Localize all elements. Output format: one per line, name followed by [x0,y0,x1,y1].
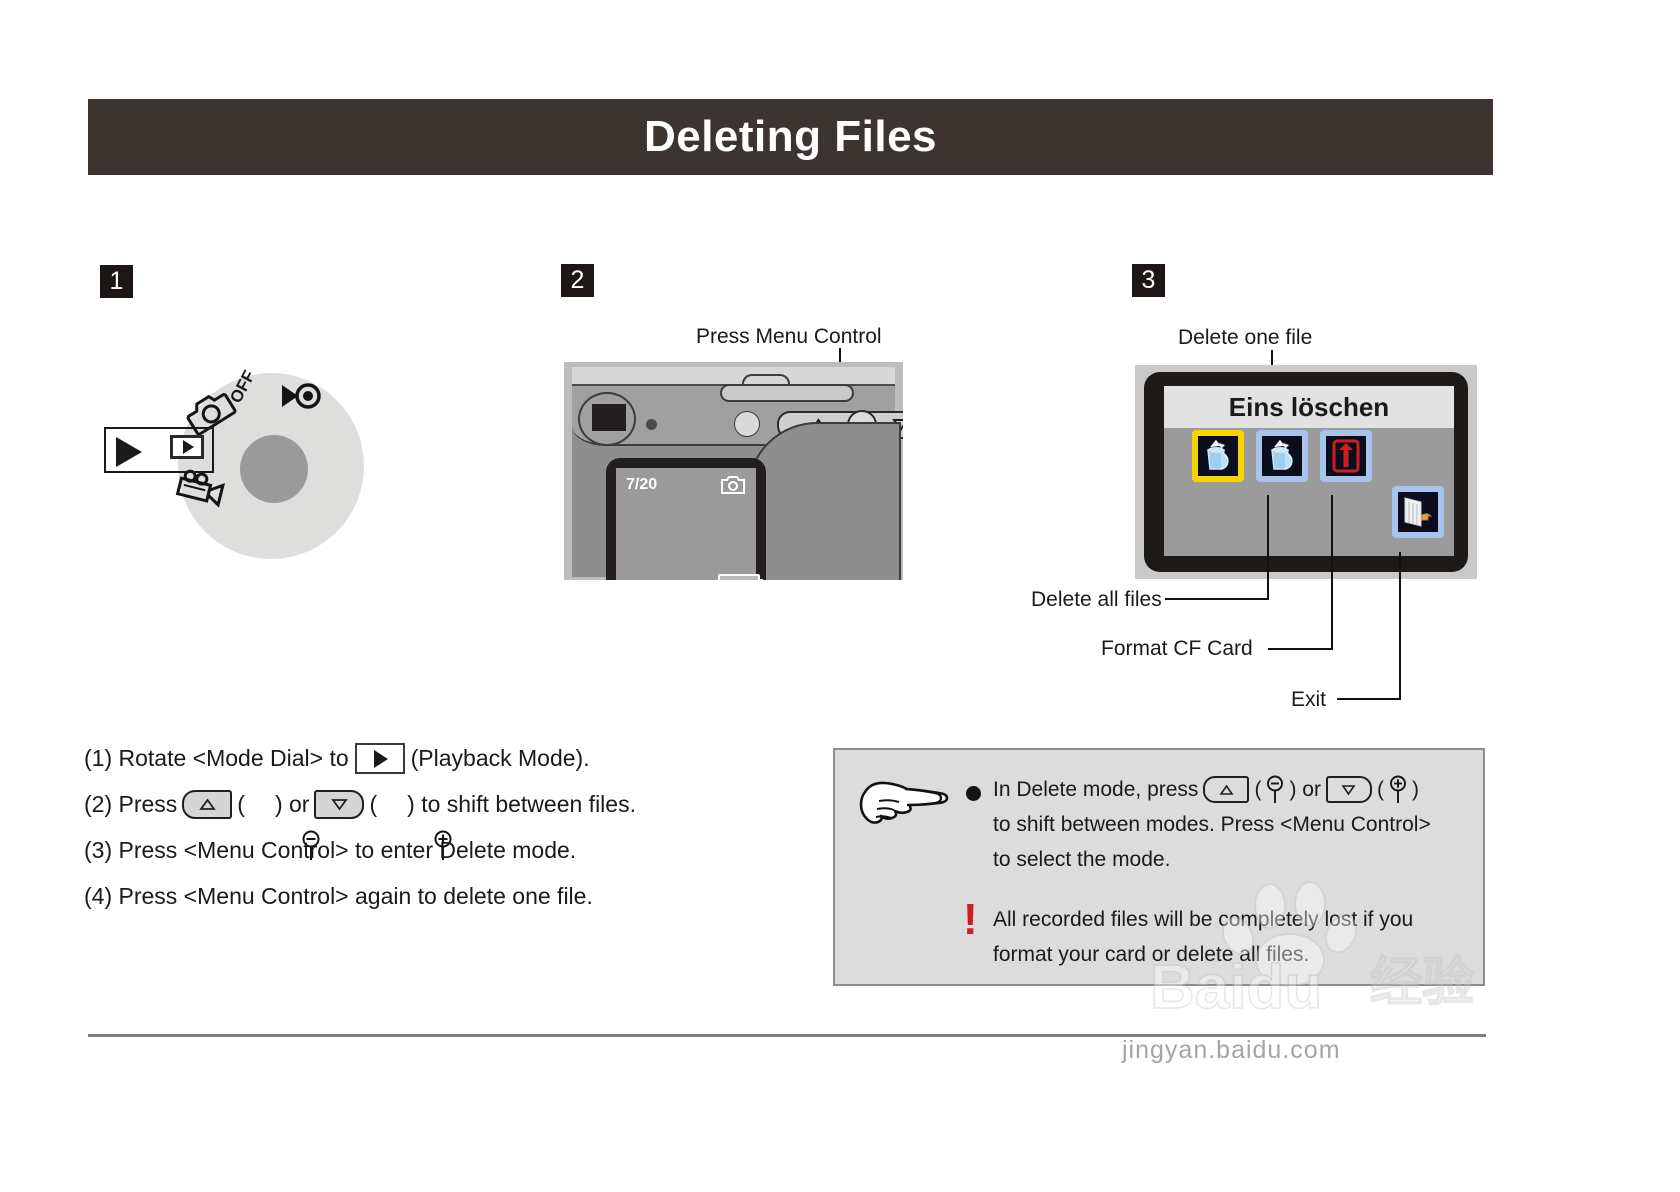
camera-top-strip [572,367,895,385]
delete-all-files-label: Delete all files [1031,588,1162,611]
page-title-bar: Deleting Files [88,99,1493,175]
instruction-step-1-suffix: (Playback Mode). [410,745,590,771]
mode-dial-hub [240,435,308,503]
delete-all-connector-horizontal [1165,598,1269,600]
triangle-down-icon [331,799,348,811]
warning-exclamation-icon: ! [963,895,978,944]
viewfinder [578,392,636,446]
macro-minus-icon [247,789,320,860]
down-arrow-button [314,790,365,819]
note-line-3: to select the mode. [993,842,1473,877]
format-cf-card-label: Format CF Card [1101,637,1253,660]
warning-line-1: All recorded files will be completely lo… [993,908,1414,931]
camera-mode-icon [720,474,746,495]
camera-body-surface: 7/20 [572,374,903,580]
status-led-icon [646,419,657,430]
file-counter: 7/20 [626,476,658,493]
playback-icon [354,743,405,774]
instruction-step-2-open: ( [237,791,245,817]
instruction-step-3: (3) Press <Menu Control> to enter Delete… [84,830,784,871]
note-line-1-e: ) [1411,778,1419,801]
macro-minus-icon [1263,775,1287,805]
trash-can-icon [1262,436,1302,476]
lcd-screen: Eins löschen [1164,386,1454,556]
camera-lcd-screen: 7/20 [616,468,756,580]
menu-item-delete-one[interactable] [1192,430,1244,482]
step-badge-1: 1 [100,265,133,298]
exit-connector-vertical [1399,552,1401,700]
note-line-1-d: ( [1376,778,1384,801]
pointing-hand-icon [859,778,949,826]
note-box: In Delete mode, press ( ) or () to shif… [833,748,1485,986]
sound-playback-icon [278,379,324,418]
instruction-step-2-open2: ( [369,791,378,817]
instruction-step-4-text: (4) Press <Menu Control> again to delete… [84,883,593,909]
triangle-down-icon [1341,784,1356,795]
triangle-up-icon [199,798,216,810]
delete-menu-illustration: Eins löschen [1135,365,1477,579]
instruction-step-2: (2) Press ( ) or () to shift between fi… [84,784,784,860]
camera-lcd-frame: 7/20 [606,458,766,580]
menu-title-bar: Eins löschen [1164,386,1454,428]
menu-title: Eins löschen [1228,391,1390,422]
instruction-list: (1) Rotate <Mode Dial> to (Playback Mode… [84,738,784,922]
warning-body: All recorded files will be completely lo… [993,902,1463,972]
exit-connector-horizontal [1337,698,1401,700]
note-line-3-text: to select the mode. [993,848,1171,871]
note-line-1-c: ) or [1289,778,1321,801]
footer-divider [88,1034,1486,1037]
page-title: Deleting Files [643,112,938,161]
mode-dial-illustration: OFF [104,365,390,565]
delete-all-connector-vertical [1267,495,1269,600]
instruction-step-1: (1) Rotate <Mode Dial> to (Playback Mode… [84,738,784,779]
manual-page: Deleting Files 1 2 3 OFF Press Menu Cont… [0,0,1680,1192]
playback-icon [170,435,204,459]
format-connector-vertical [1331,495,1333,650]
down-arrow-button [1325,776,1372,803]
exit-door-icon [1398,492,1438,532]
warning-line-2: format your card or delete all files. [993,943,1310,966]
format-card-icon [1326,436,1366,476]
instruction-step-2-prefix: (2) Press [84,791,178,817]
note-line-1: In Delete mode, press ( ) or () [993,772,1473,807]
instruction-step-2-close: ) or [274,791,310,817]
battery-icon [718,574,763,580]
note-line-2: to shift between modes. Press <Menu Cont… [993,807,1473,842]
note-line-1-a: In Delete mode, press [993,778,1199,801]
instruction-step-4: (4) Press <Menu Control> again to delete… [84,876,784,917]
lcd-bezel: Eins löschen [1144,372,1468,572]
format-connector-horizontal [1268,648,1333,650]
camera-hand-grip [747,422,901,580]
up-arrow-button [1203,776,1250,803]
up-arrow-button [182,790,233,819]
viewfinder-window [592,404,626,431]
macro-plus-icon [379,789,452,860]
note-bullet-icon [966,786,981,801]
menu-item-delete-all[interactable] [1256,430,1308,482]
triangle-up-icon [1219,784,1234,795]
camera-top-plate [720,384,854,402]
macro-plus-icon [1386,775,1410,805]
mode-dial-pointer-icon [116,437,142,467]
instruction-step-3-text: (3) Press <Menu Control> to enter Delete… [84,837,577,863]
camera-back-illustration: 7/20 [564,362,903,580]
instruction-step-1-prefix: (1) Rotate <Mode Dial> to [84,745,349,771]
instruction-step-2-end: ) to shift between files. [407,791,636,817]
note-body: In Delete mode, press ( ) or () to shif… [993,772,1473,877]
step-badge-2: 2 [561,264,594,297]
step-badge-3: 3 [1132,264,1165,297]
menu-item-format-card[interactable] [1320,430,1372,482]
delete-one-callout-label: Delete one file [1178,326,1313,349]
note-line-1-b: ( [1254,778,1262,801]
note-line-2-text: to shift between modes. Press <Menu Cont… [993,813,1431,836]
menu-control-callout-label: Press Menu Control [696,325,882,348]
auxiliary-button[interactable] [734,411,760,437]
menu-item-exit[interactable] [1392,486,1444,538]
baidu-watermark-url: jingyan.baidu.com [1122,1036,1341,1064]
trash-can-icon [1198,436,1238,476]
exit-label: Exit [1291,688,1327,711]
